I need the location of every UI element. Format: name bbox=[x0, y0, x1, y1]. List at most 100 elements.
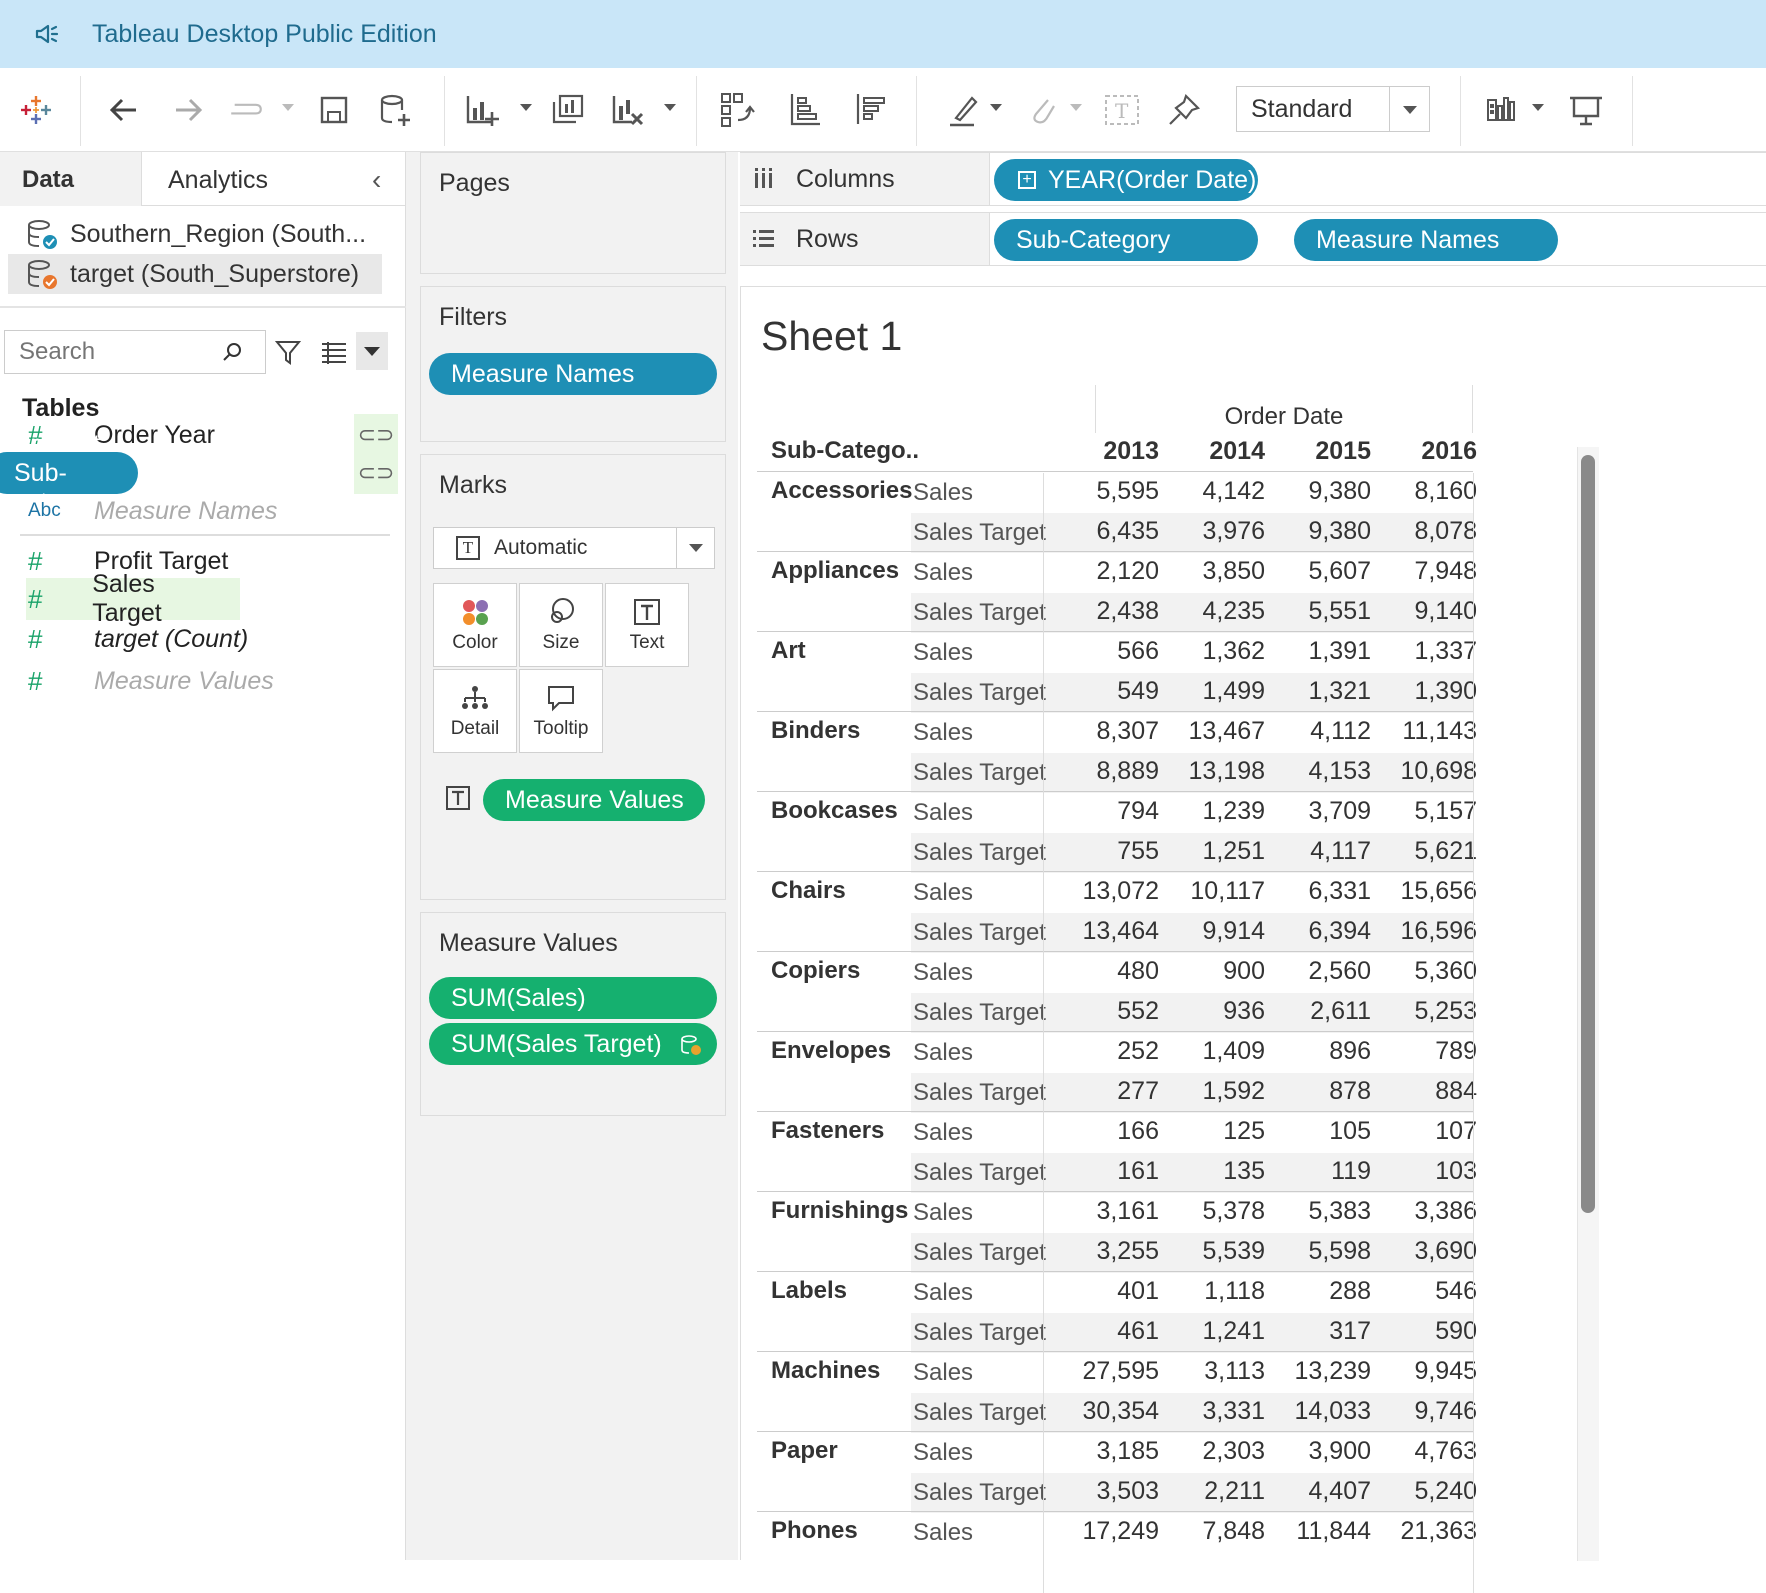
value-cell[interactable]: 3,976 bbox=[1159, 517, 1265, 546]
value-cell[interactable]: 9,914 bbox=[1159, 917, 1265, 946]
new-worksheet-dropdown-icon[interactable] bbox=[520, 104, 532, 111]
value-cell[interactable]: 119 bbox=[1265, 1157, 1371, 1186]
measure-name-label[interactable]: Sales bbox=[913, 959, 973, 987]
value-cell[interactable]: 1,239 bbox=[1159, 797, 1265, 826]
value-cell[interactable]: 4,763 bbox=[1371, 1437, 1477, 1466]
measure-name-label[interactable]: Sales bbox=[913, 1279, 973, 1307]
value-cell[interactable]: 8,078 bbox=[1371, 517, 1477, 546]
value-cell[interactable]: 878 bbox=[1265, 1077, 1371, 1106]
value-cell[interactable]: 794 bbox=[1053, 797, 1159, 826]
value-cell[interactable]: 105 bbox=[1265, 1117, 1371, 1146]
value-cell[interactable]: 9,746 bbox=[1371, 1397, 1477, 1426]
value-cell[interactable]: 1,337 bbox=[1371, 637, 1477, 666]
value-cell[interactable]: 5,595 bbox=[1053, 477, 1159, 506]
value-cell[interactable]: 590 bbox=[1371, 1317, 1477, 1346]
field-sales-target[interactable]: # Sales Target bbox=[26, 570, 240, 627]
value-cell[interactable]: 288 bbox=[1265, 1277, 1371, 1306]
value-cell[interactable]: 14,033 bbox=[1265, 1397, 1371, 1426]
value-cell[interactable]: 317 bbox=[1265, 1317, 1371, 1346]
row-header-sub-category[interactable]: Sub-Catego.. bbox=[771, 437, 919, 465]
value-cell[interactable]: 5,240 bbox=[1371, 1477, 1477, 1506]
tooltip-button[interactable]: Tooltip bbox=[519, 669, 603, 753]
value-cell[interactable]: 13,239 bbox=[1265, 1357, 1371, 1386]
value-cell[interactable]: 3,503 bbox=[1053, 1477, 1159, 1506]
year-header[interactable]: 2015 bbox=[1265, 437, 1371, 466]
sub-category-label[interactable]: Fasteners bbox=[771, 1117, 884, 1145]
presentation-mode-icon[interactable] bbox=[1566, 90, 1606, 130]
measure-name-label[interactable]: Sales bbox=[913, 1199, 973, 1227]
expand-icon[interactable]: + bbox=[1018, 171, 1036, 189]
value-cell[interactable]: 10,698 bbox=[1371, 757, 1477, 786]
measure-name-label[interactable]: Sales Target bbox=[913, 1159, 1046, 1187]
measure-name-label[interactable]: Sales bbox=[913, 1519, 973, 1547]
filter-pill-measure-names[interactable]: Measure Names bbox=[429, 353, 717, 395]
value-cell[interactable]: 1,241 bbox=[1159, 1317, 1265, 1346]
sort-descending-icon[interactable] bbox=[850, 90, 890, 130]
sub-category-label[interactable]: Appliances bbox=[771, 557, 899, 585]
value-cell[interactable]: 11,844 bbox=[1265, 1517, 1371, 1546]
measure-name-label[interactable]: Sales Target bbox=[913, 1079, 1046, 1107]
value-cell[interactable]: 27,595 bbox=[1053, 1357, 1159, 1386]
year-header[interactable]: 2013 bbox=[1053, 437, 1159, 466]
search-box[interactable] bbox=[4, 330, 266, 374]
field-target-count[interactable]: # target (Count) bbox=[0, 618, 262, 660]
value-cell[interactable]: 3,690 bbox=[1371, 1237, 1477, 1266]
value-cell[interactable]: 103 bbox=[1371, 1157, 1477, 1186]
value-cell[interactable]: 9,945 bbox=[1371, 1357, 1477, 1386]
value-cell[interactable]: 5,551 bbox=[1265, 597, 1371, 626]
value-cell[interactable]: 13,467 bbox=[1159, 717, 1265, 746]
chevron-down-icon[interactable] bbox=[1389, 87, 1429, 131]
tab-data[interactable]: Data bbox=[0, 152, 142, 206]
value-cell[interactable]: 252 bbox=[1053, 1037, 1159, 1066]
tableau-logo-icon[interactable] bbox=[16, 90, 56, 130]
rows-shelf[interactable]: Rows Sub-Category Measure Names bbox=[740, 212, 1766, 266]
value-cell[interactable]: 2,560 bbox=[1265, 957, 1371, 986]
value-cell[interactable]: 1,391 bbox=[1265, 637, 1371, 666]
value-cell[interactable]: 4,235 bbox=[1159, 597, 1265, 626]
back-arrow-icon[interactable] bbox=[104, 90, 144, 130]
swap-rows-columns-icon[interactable] bbox=[718, 90, 758, 130]
measure-name-label[interactable]: Sales Target bbox=[913, 1319, 1046, 1347]
redo-icon[interactable] bbox=[226, 90, 272, 130]
row-pill-sub-category[interactable]: Sub-Category bbox=[994, 219, 1258, 261]
tab-analytics[interactable]: Analytics bbox=[142, 152, 406, 206]
value-cell[interactable]: 3,386 bbox=[1371, 1197, 1477, 1226]
value-cell[interactable]: 401 bbox=[1053, 1277, 1159, 1306]
value-cell[interactable]: 8,889 bbox=[1053, 757, 1159, 786]
value-cell[interactable]: 5,378 bbox=[1159, 1197, 1265, 1226]
value-cell[interactable]: 9,380 bbox=[1265, 477, 1371, 506]
value-cell[interactable]: 5,621 bbox=[1371, 837, 1477, 866]
measure-name-label[interactable]: Sales Target bbox=[913, 1239, 1046, 1267]
value-cell[interactable]: 566 bbox=[1053, 637, 1159, 666]
value-cell[interactable]: 161 bbox=[1053, 1157, 1159, 1186]
field-measure-names[interactable]: Abc Measure Names bbox=[0, 490, 291, 532]
text-pill-measure-values[interactable]: Measure Values bbox=[483, 779, 705, 821]
value-cell[interactable]: 1,592 bbox=[1159, 1077, 1265, 1106]
pill-sum-sales[interactable]: SUM(Sales) bbox=[429, 977, 717, 1019]
value-cell[interactable]: 30,354 bbox=[1053, 1397, 1159, 1426]
value-cell[interactable]: 16,596 bbox=[1371, 917, 1477, 946]
value-cell[interactable]: 1,409 bbox=[1159, 1037, 1265, 1066]
value-cell[interactable]: 2,303 bbox=[1159, 1437, 1265, 1466]
filters-shelf[interactable]: Filters Measure Names bbox=[420, 286, 726, 442]
measure-name-label[interactable]: Sales Target bbox=[913, 759, 1046, 787]
value-cell[interactable]: 10,117 bbox=[1159, 877, 1265, 906]
color-button[interactable]: Color bbox=[433, 583, 517, 667]
collapse-pane-icon[interactable]: ‹ bbox=[372, 164, 381, 196]
value-cell[interactable]: 5,607 bbox=[1265, 557, 1371, 586]
measure-name-label[interactable]: Sales Target bbox=[913, 1399, 1046, 1427]
value-cell[interactable]: 135 bbox=[1159, 1157, 1265, 1186]
measure-name-label[interactable]: Sales bbox=[913, 879, 973, 907]
value-cell[interactable]: 2,120 bbox=[1053, 557, 1159, 586]
duplicate-sheet-icon[interactable] bbox=[548, 90, 588, 130]
value-cell[interactable]: 884 bbox=[1371, 1077, 1477, 1106]
highlight-dropdown-icon[interactable] bbox=[990, 104, 1002, 111]
value-cell[interactable]: 1,362 bbox=[1159, 637, 1265, 666]
clear-sheet-icon[interactable] bbox=[608, 90, 648, 130]
measure-name-label[interactable]: Sales Target bbox=[913, 679, 1046, 707]
measure-name-label[interactable]: Sales bbox=[913, 1039, 973, 1067]
sub-category-label[interactable]: Chairs bbox=[771, 877, 846, 905]
columns-shelf[interactable]: Columns + YEAR(Order Date) bbox=[740, 152, 1766, 206]
search-input[interactable] bbox=[5, 338, 215, 366]
measure-name-label[interactable]: Sales Target bbox=[913, 839, 1046, 867]
